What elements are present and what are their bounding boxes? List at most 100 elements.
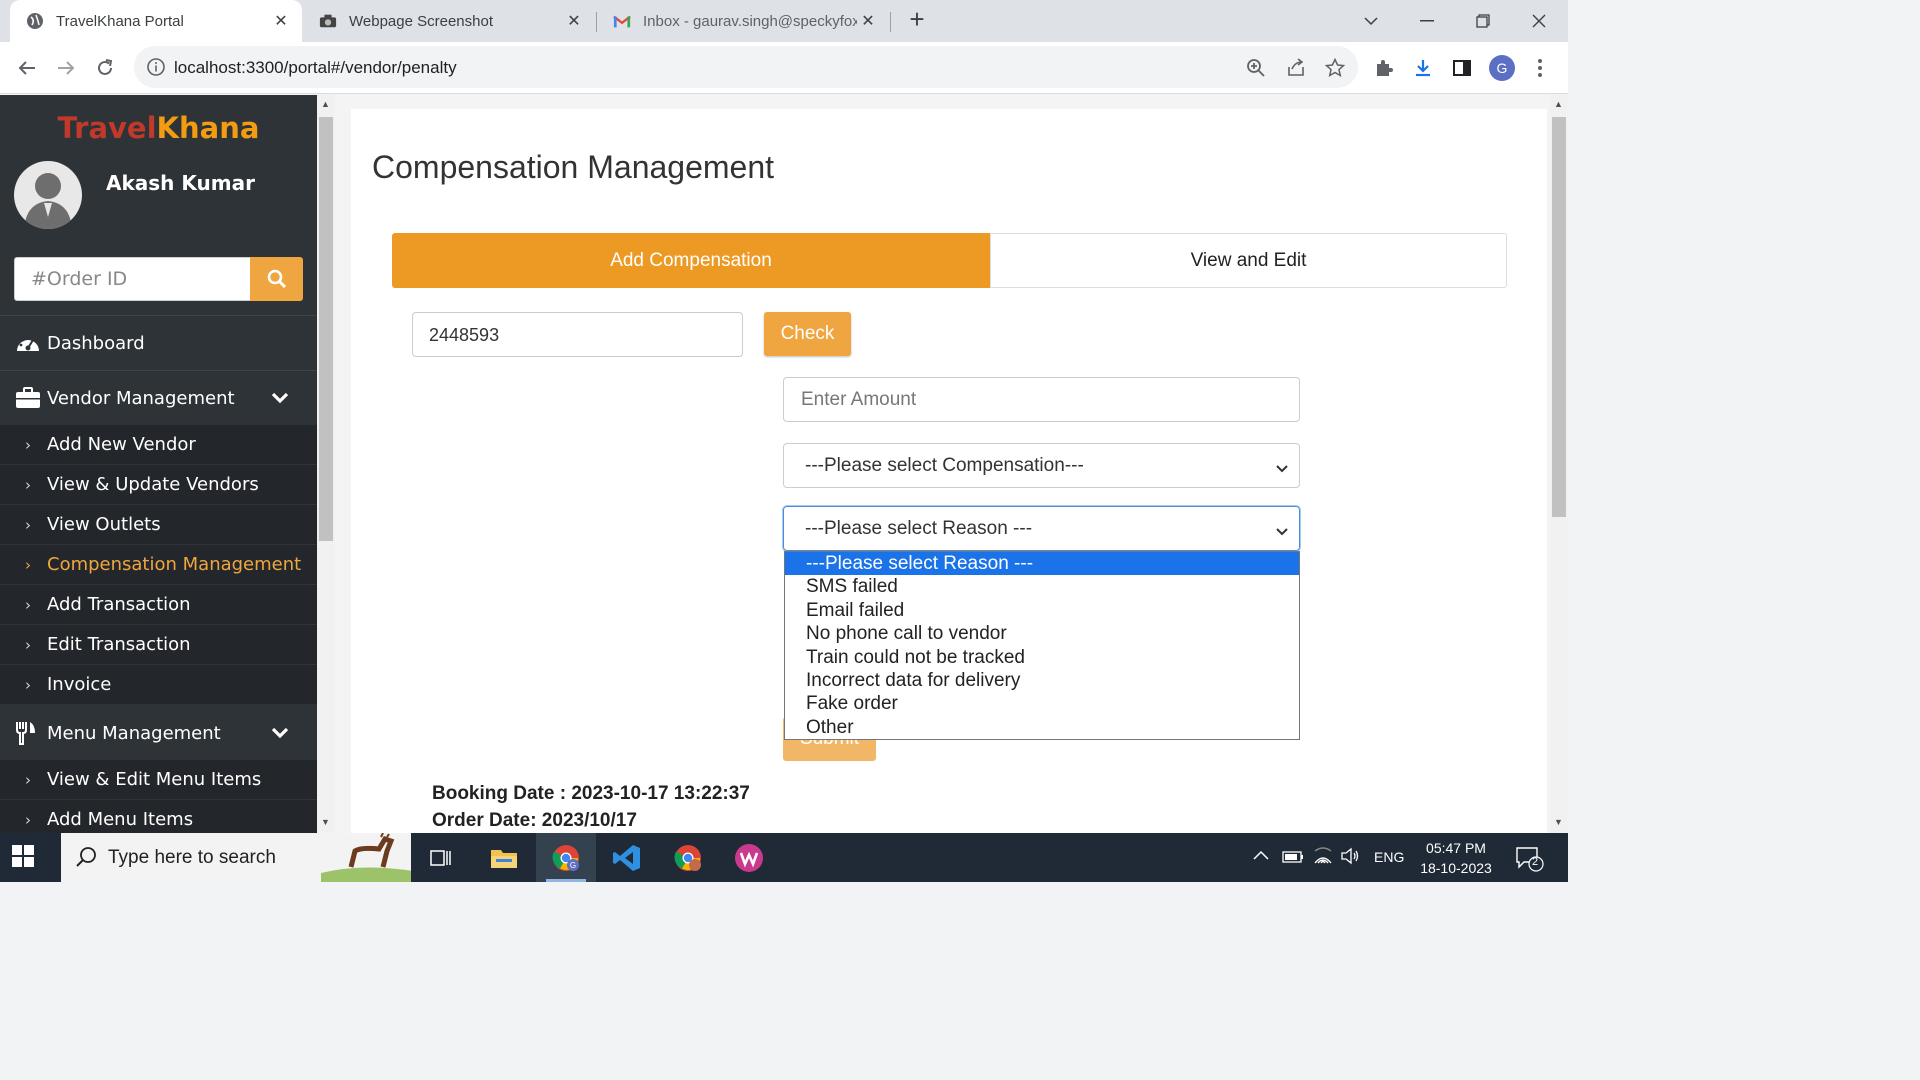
chevron-down-icon[interactable]	[271, 388, 289, 409]
page-title: Compensation Management	[372, 149, 775, 185]
sidebar-item-compensation-management[interactable]: › Compensation Management	[0, 545, 317, 585]
sidebar-item-add-transaction[interactable]: › Add Transaction	[0, 585, 317, 625]
back-icon[interactable]	[11, 52, 43, 84]
taskbar-search-box[interactable]: Type here to search	[61, 833, 411, 882]
close-tab-icon[interactable]: ✕	[857, 11, 879, 31]
compensation-select-value: ---Please select Compensation---	[805, 455, 1084, 476]
order-search-button[interactable]	[250, 257, 303, 301]
close-tab-icon[interactable]: ✕	[270, 11, 292, 31]
reload-icon[interactable]	[89, 52, 121, 84]
download-icon[interactable]	[1409, 54, 1437, 82]
reason-option[interactable]: SMS failed	[785, 575, 1299, 598]
sidebar-item-add-menu-items[interactable]: › Add Menu Items	[0, 800, 317, 833]
compensation-select[interactable]: ---Please select Compensation---	[783, 443, 1300, 488]
scroll-up-arrow[interactable]: ▲	[1554, 99, 1563, 109]
sidebar-item-menu-management[interactable]: Menu Management	[0, 707, 317, 759]
chrome-taskbar-icon[interactable]: G	[536, 833, 596, 882]
file-explorer-icon[interactable]	[474, 833, 534, 882]
profile-avatar[interactable]: G	[1489, 55, 1515, 81]
briefcase-icon	[15, 385, 45, 411]
page-scrollbar[interactable]: ▲ ▼	[1550, 95, 1568, 833]
volume-icon[interactable]	[1340, 847, 1360, 868]
battery-icon[interactable]	[1282, 850, 1304, 866]
sidebar-item-edit-transaction[interactable]: › Edit Transaction	[0, 625, 317, 665]
reason-option[interactable]: ---Please select Reason ---	[785, 552, 1299, 576]
reason-option[interactable]: Fake order	[785, 692, 1299, 715]
tab-title: Inbox - gaurav.singh@speckyfox	[643, 12, 857, 30]
clock-date: 18-10-2023	[1420, 860, 1492, 876]
sidebar-item-add-new-vendor[interactable]: › Add New Vendor	[0, 425, 317, 465]
scroll-down-arrow[interactable]: ▼	[321, 817, 330, 827]
chrome-profile-icon[interactable]	[658, 833, 718, 882]
tab-search-icon[interactable]	[1343, 0, 1399, 42]
browser-tab-travelkhana[interactable]: TravelKhana Portal ✕	[10, 0, 302, 42]
sidebar-item-vendor-management[interactable]: Vendor Management	[0, 372, 317, 424]
scroll-up-arrow[interactable]: ▲	[321, 99, 330, 109]
divider	[0, 315, 317, 316]
close-window-icon[interactable]	[1511, 0, 1567, 42]
address-bar[interactable]: localhost:3300/portal#/vendor/penalty	[134, 46, 1358, 88]
check-button[interactable]: Check	[764, 312, 851, 356]
sidebar-item-label: Invoice	[47, 674, 112, 695]
sidebar-item-view-outlets[interactable]: › View Outlets	[0, 505, 317, 545]
site-info-icon[interactable]	[146, 57, 166, 77]
menu-submenu: › View & Edit Menu Items › Add Menu Items	[0, 760, 317, 833]
system-clock[interactable]: 05:47 PM 18-10-2023	[1418, 838, 1494, 878]
close-tab-icon[interactable]: ✕	[563, 11, 585, 31]
sidebar-item-label: View & Update Vendors	[47, 474, 259, 495]
order-id-field[interactable]: 2448593	[412, 312, 743, 357]
amount-field[interactable]: Enter Amount	[783, 377, 1300, 422]
chevron-right-icon: ›	[25, 635, 31, 654]
bookmark-star-icon[interactable]	[1323, 56, 1347, 80]
scrollbar-thumb[interactable]	[1552, 117, 1566, 517]
notification-center-icon[interactable]: 2	[1514, 845, 1544, 873]
windows-start-icon[interactable]	[12, 845, 38, 871]
show-hidden-icons-icon[interactable]	[1253, 847, 1269, 863]
share-icon[interactable]	[1284, 56, 1308, 80]
browser-toolbar: localhost:3300/portal#/vendor/penalty G	[0, 42, 1568, 94]
brand-logo[interactable]: TravelKhana	[0, 111, 317, 145]
chevron-right-icon: ›	[25, 810, 31, 829]
wifi-icon[interactable]	[1313, 847, 1333, 868]
user-avatar	[14, 161, 82, 229]
reason-option[interactable]: Train could not be tracked	[785, 646, 1299, 669]
scrollbar-thumb[interactable]	[319, 117, 333, 541]
sidebar-item-view-edit-menu-items[interactable]: › View & Edit Menu Items	[0, 760, 317, 800]
side-panel-icon[interactable]	[1448, 54, 1476, 82]
wps-office-icon[interactable]	[719, 833, 779, 882]
reason-select[interactable]: ---Please select Reason ---	[783, 506, 1300, 551]
tab-add-compensation[interactable]: Add Compensation	[392, 233, 990, 288]
chevron-down-icon	[1275, 521, 1289, 543]
sidebar-item-invoice[interactable]: › Invoice	[0, 665, 317, 705]
forward-icon[interactable]	[50, 52, 82, 84]
chevron-down-icon[interactable]	[271, 723, 289, 744]
more-menu-icon[interactable]	[1526, 54, 1554, 82]
vscode-icon[interactable]	[597, 833, 657, 882]
language-indicator[interactable]: ENG	[1374, 849, 1404, 865]
scroll-down-arrow[interactable]: ▼	[1554, 817, 1563, 827]
tab-view-and-edit[interactable]: View and Edit	[990, 233, 1507, 288]
sidebar-item-view-update-vendors[interactable]: › View & Update Vendors	[0, 465, 317, 505]
reason-option[interactable]: Incorrect data for delivery	[785, 669, 1299, 692]
reason-option[interactable]: No phone call to vendor	[785, 622, 1299, 645]
browser-tab-gmail[interactable]: Inbox - gaurav.singh@speckyfox ✕	[597, 0, 889, 42]
reason-option[interactable]: Other	[785, 716, 1299, 739]
order-id-search-input[interactable]: #Order ID	[14, 257, 251, 301]
chevron-right-icon: ›	[25, 435, 31, 454]
sidebar-item-dashboard[interactable]: Dashboard	[0, 317, 317, 369]
sidebar: TravelKhana Akash Kumar #Order ID Dashbo…	[0, 95, 317, 833]
new-tab-button[interactable]: +	[903, 6, 931, 34]
zoom-icon[interactable]	[1244, 56, 1268, 80]
chevron-right-icon: ›	[25, 595, 31, 614]
reason-option[interactable]: Email failed	[785, 599, 1299, 622]
minimize-icon[interactable]	[1399, 0, 1455, 42]
sidebar-scrollbar[interactable]: ▲ ▼	[317, 95, 335, 833]
extensions-icon[interactable]	[1370, 54, 1398, 82]
restore-icon[interactable]	[1455, 0, 1511, 42]
sidebar-item-label: Dashboard	[47, 332, 145, 354]
divider	[0, 370, 317, 371]
reason-select-value: ---Please select Reason ---	[805, 518, 1033, 539]
sidebar-item-label: Vendor Management	[47, 387, 235, 409]
browser-tab-webpage-screenshot[interactable]: Webpage Screenshot ✕	[303, 0, 595, 42]
task-view-icon[interactable]	[411, 833, 471, 882]
